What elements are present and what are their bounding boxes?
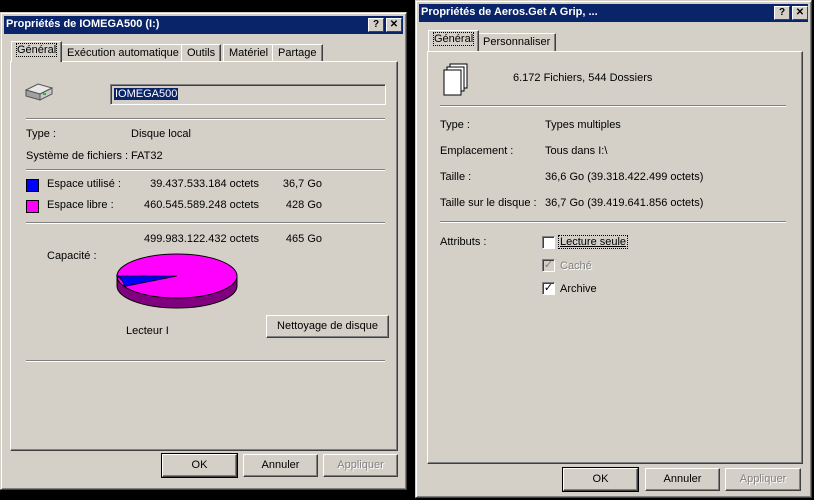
left-ok-button[interactable]: OK xyxy=(161,453,238,478)
tab-hardware[interactable]: Matériel xyxy=(223,44,275,62)
left-cancel-button[interactable]: Annuler xyxy=(243,454,318,477)
attributes-label: Attributs : xyxy=(440,236,487,248)
left-general-panel: IOMEGA500 Type : Disque local Système de… xyxy=(10,61,398,451)
right-general-panel: 6.172 Fichiers, 544 Dossiers Type : Type… xyxy=(427,51,803,464)
separator xyxy=(26,360,385,362)
used-space-bytes: 39.437.533.184 octets xyxy=(150,178,259,190)
archive-checkbox[interactable]: ✓ xyxy=(542,282,555,295)
left-help-button[interactable]: ? xyxy=(368,18,384,32)
tab-general[interactable]: Général xyxy=(428,30,480,51)
right-help-button[interactable]: ? xyxy=(774,6,790,20)
disk-size-label: Taille sur le disque : xyxy=(440,197,537,209)
free-space-color-swatch xyxy=(26,200,39,213)
volume-name-field[interactable]: IOMEGA500 xyxy=(110,84,386,105)
tab-tools[interactable]: Outils xyxy=(181,44,222,62)
free-space-size: 428 Go xyxy=(285,199,322,211)
multiple-files-icon xyxy=(443,63,468,96)
left-apply-button[interactable]: Appliquer xyxy=(323,454,398,477)
filesystem-label: Système de fichiers : xyxy=(26,150,129,162)
separator xyxy=(26,118,385,120)
right-cancel-button[interactable]: Annuler xyxy=(645,468,720,491)
right-properties-window: Propriétés de Aeros.Get A Grip, ... ? ✕ … xyxy=(415,0,812,498)
readonly-label[interactable]: Lecture seule xyxy=(557,235,629,249)
right-ok-button[interactable]: OK xyxy=(562,467,639,492)
right-close-button[interactable]: ✕ xyxy=(792,6,808,20)
drive-icon xyxy=(24,83,54,101)
tab-sharing[interactable]: Partage xyxy=(272,44,323,62)
hidden-checkbox[interactable]: ✓ xyxy=(542,259,555,272)
type-label: Type : xyxy=(440,119,470,131)
disk-cleanup-button[interactable]: Nettoyage de disque xyxy=(266,315,389,338)
capacity-label: Capacité : xyxy=(47,250,97,262)
files-folders-summary: 6.172 Fichiers, 544 Dossiers xyxy=(513,72,653,84)
free-space-bytes: 460.545.589.248 octets xyxy=(144,199,259,211)
disk-size-value: 36,7 Go (39.419.641.856 octets) xyxy=(545,197,704,209)
left-close-button[interactable]: ✕ xyxy=(386,18,402,32)
used-space-size: 36,7 Go xyxy=(282,178,322,190)
location-value: Tous dans I:\ xyxy=(545,145,608,157)
location-label: Emplacement : xyxy=(440,145,514,157)
type-value: Types multiples xyxy=(545,119,621,131)
used-space-label: Espace utilisé : xyxy=(47,178,121,190)
type-value: Disque local xyxy=(131,128,191,140)
readonly-checkbox[interactable] xyxy=(542,236,555,249)
free-space-label: Espace libre : xyxy=(47,199,114,211)
tab-customize[interactable]: Personnaliser xyxy=(477,33,557,51)
type-label: Type : xyxy=(26,128,56,140)
size-value: 36,6 Go (39.318.422.499 octets) xyxy=(545,171,704,183)
archive-label[interactable]: Archive xyxy=(560,283,597,295)
capacity-bytes: 499.983.122.432 octets xyxy=(144,233,259,245)
drive-label: Lecteur I xyxy=(126,325,169,337)
left-window-title: Propriétés de IOMEGA500 (I:) xyxy=(6,18,160,30)
disk-usage-pie-chart xyxy=(115,253,238,309)
filesystem-value: FAT32 xyxy=(131,150,163,162)
size-label: Taille : xyxy=(440,171,472,183)
separator xyxy=(26,169,385,171)
left-title-bar[interactable]: Propriétés de IOMEGA500 (I:) ? ✕ xyxy=(4,16,403,34)
tab-autoplay[interactable]: Exécution automatique xyxy=(61,44,185,62)
separator xyxy=(440,105,786,107)
volume-name-value: IOMEGA500 xyxy=(114,88,179,100)
right-title-bar[interactable]: Propriétés de Aeros.Get A Grip, ... ? ✕ xyxy=(419,4,808,22)
right-window-title: Propriétés de Aeros.Get A Grip, ... xyxy=(421,6,598,18)
capacity-size: 465 Go xyxy=(285,233,322,245)
right-apply-button[interactable]: Appliquer xyxy=(725,468,801,491)
left-properties-window: Propriétés de IOMEGA500 (I:) ? ✕ Général… xyxy=(0,12,407,490)
used-space-color-swatch xyxy=(26,179,39,192)
separator xyxy=(440,221,786,223)
tab-general[interactable]: Général xyxy=(11,41,63,62)
separator xyxy=(26,222,385,224)
hidden-label[interactable]: Caché xyxy=(560,260,592,272)
